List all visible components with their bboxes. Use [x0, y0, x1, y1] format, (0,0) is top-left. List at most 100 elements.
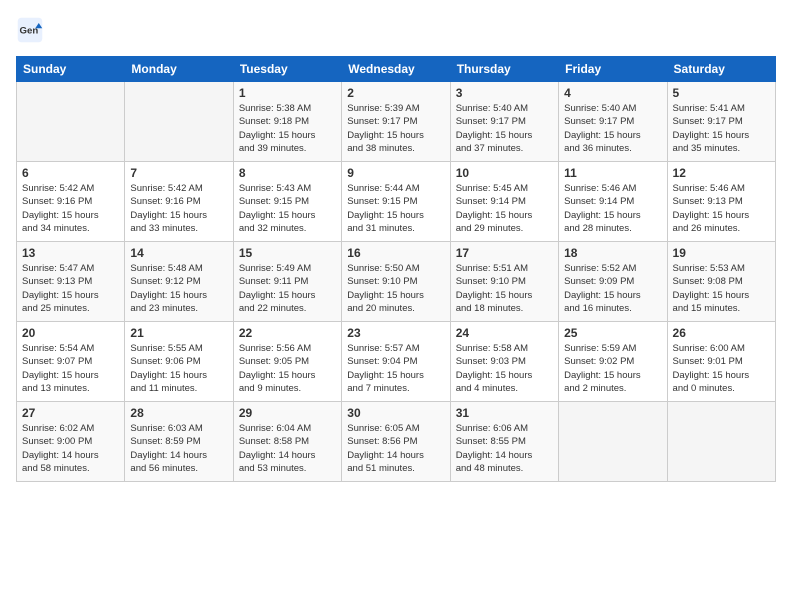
calendar-cell: 8 Sunrise: 5:43 AM Sunset: 9:15 PM Daylig…: [233, 162, 341, 242]
day-info: Sunrise: 5:53 AM Sunset: 9:08 PM Dayligh…: [673, 262, 770, 315]
day-info: Sunrise: 5:48 AM Sunset: 9:12 PM Dayligh…: [130, 262, 227, 315]
calendar-cell: 27 Sunrise: 6:02 AM Sunset: 9:00 PM Dayli…: [17, 402, 125, 482]
calendar-cell: 28Sunrise: 6:03 AM Sunset: 8:59 PM Dayli…: [125, 402, 233, 482]
day-number: 22: [239, 326, 336, 340]
calendar-cell: 16 Sunrise: 5:50 AM Sunset: 9:10 PM Dayli…: [342, 242, 450, 322]
day-number: 10: [456, 166, 553, 180]
calendar-cell: 11Sunrise: 5:46 AM Sunset: 9:14 PM Dayli…: [559, 162, 667, 242]
logo-icon: Gen: [16, 16, 44, 44]
day-number: 13: [22, 246, 119, 260]
calendar-header-row: SundayMondayTuesdayWednesdayThursdayFrid…: [17, 57, 776, 82]
calendar-cell: 29 Sunrise: 6:04 AM Sunset: 8:58 PM Dayli…: [233, 402, 341, 482]
calendar-cell: 30Sunrise: 6:05 AM Sunset: 8:56 PM Dayli…: [342, 402, 450, 482]
day-info: Sunrise: 5:54 AM Sunset: 9:07 PM Dayligh…: [22, 342, 119, 395]
day-number: 26: [673, 326, 770, 340]
calendar-cell: 21Sunrise: 5:55 AM Sunset: 9:06 PM Dayli…: [125, 322, 233, 402]
day-number: 20: [22, 326, 119, 340]
calendar-cell: [125, 82, 233, 162]
calendar-cell: 3 Sunrise: 5:40 AM Sunset: 9:17 PM Daylig…: [450, 82, 558, 162]
day-info: Sunrise: 5:50 AM Sunset: 9:10 PM Dayligh…: [347, 262, 444, 315]
day-info: Sunrise: 6:00 AM Sunset: 9:01 PM Dayligh…: [673, 342, 770, 395]
calendar-cell: 1Sunrise: 5:38 AM Sunset: 9:18 PM Daylig…: [233, 82, 341, 162]
col-header-monday: Monday: [125, 57, 233, 82]
day-number: 7: [130, 166, 227, 180]
calendar-cell: 2 Sunrise: 5:39 AM Sunset: 9:17 PM Daylig…: [342, 82, 450, 162]
calendar-cell: 22Sunrise: 5:56 AM Sunset: 9:05 PM Dayli…: [233, 322, 341, 402]
calendar-cell: 12 Sunrise: 5:46 AM Sunset: 9:13 PM Dayli…: [667, 162, 775, 242]
day-info: Sunrise: 5:41 AM Sunset: 9:17 PM Dayligh…: [673, 102, 770, 155]
day-number: 12: [673, 166, 770, 180]
day-info: Sunrise: 5:43 AM Sunset: 9:15 PM Dayligh…: [239, 182, 336, 235]
calendar-cell: 9 Sunrise: 5:44 AM Sunset: 9:15 PM Daylig…: [342, 162, 450, 242]
calendar-cell: 5 Sunrise: 5:41 AM Sunset: 9:17 PM Daylig…: [667, 82, 775, 162]
day-number: 25: [564, 326, 661, 340]
col-header-saturday: Saturday: [667, 57, 775, 82]
day-info: Sunrise: 5:59 AM Sunset: 9:02 PM Dayligh…: [564, 342, 661, 395]
logo: Gen: [16, 16, 48, 44]
day-number: 19: [673, 246, 770, 260]
day-number: 24: [456, 326, 553, 340]
calendar-cell: 18Sunrise: 5:52 AM Sunset: 9:09 PM Dayli…: [559, 242, 667, 322]
calendar-cell: 13 Sunrise: 5:47 AM Sunset: 9:13 PM Dayli…: [17, 242, 125, 322]
header: Gen: [16, 16, 776, 44]
calendar-cell: 15Sunrise: 5:49 AM Sunset: 9:11 PM Dayli…: [233, 242, 341, 322]
day-number: 27: [22, 406, 119, 420]
day-number: 23: [347, 326, 444, 340]
week-row-3: 20 Sunrise: 5:54 AM Sunset: 9:07 PM Dayli…: [17, 322, 776, 402]
day-info: Sunrise: 5:46 AM Sunset: 9:14 PM Dayligh…: [564, 182, 661, 235]
day-number: 16: [347, 246, 444, 260]
col-header-thursday: Thursday: [450, 57, 558, 82]
day-number: 28: [130, 406, 227, 420]
day-number: 8: [239, 166, 336, 180]
day-info: Sunrise: 5:42 AM Sunset: 9:16 PM Dayligh…: [22, 182, 119, 235]
week-row-2: 13 Sunrise: 5:47 AM Sunset: 9:13 PM Dayli…: [17, 242, 776, 322]
day-info: Sunrise: 5:51 AM Sunset: 9:10 PM Dayligh…: [456, 262, 553, 315]
calendar-cell: 25 Sunrise: 5:59 AM Sunset: 9:02 PM Dayli…: [559, 322, 667, 402]
day-info: Sunrise: 5:40 AM Sunset: 9:17 PM Dayligh…: [456, 102, 553, 155]
day-info: Sunrise: 5:57 AM Sunset: 9:04 PM Dayligh…: [347, 342, 444, 395]
day-info: Sunrise: 5:44 AM Sunset: 9:15 PM Dayligh…: [347, 182, 444, 235]
calendar-cell: 6 Sunrise: 5:42 AM Sunset: 9:16 PM Daylig…: [17, 162, 125, 242]
day-info: Sunrise: 5:40 AM Sunset: 9:17 PM Dayligh…: [564, 102, 661, 155]
calendar-cell: 4Sunrise: 5:40 AM Sunset: 9:17 PM Daylig…: [559, 82, 667, 162]
week-row-4: 27 Sunrise: 6:02 AM Sunset: 9:00 PM Dayli…: [17, 402, 776, 482]
week-row-0: 1Sunrise: 5:38 AM Sunset: 9:18 PM Daylig…: [17, 82, 776, 162]
calendar-cell: [17, 82, 125, 162]
svg-text:Gen: Gen: [20, 26, 39, 37]
day-info: Sunrise: 6:05 AM Sunset: 8:56 PM Dayligh…: [347, 422, 444, 475]
calendar-cell: 19 Sunrise: 5:53 AM Sunset: 9:08 PM Dayli…: [667, 242, 775, 322]
calendar-cell: 31 Sunrise: 6:06 AM Sunset: 8:55 PM Dayli…: [450, 402, 558, 482]
day-info: Sunrise: 5:46 AM Sunset: 9:13 PM Dayligh…: [673, 182, 770, 235]
calendar-cell: [667, 402, 775, 482]
calendar-cell: 20 Sunrise: 5:54 AM Sunset: 9:07 PM Dayli…: [17, 322, 125, 402]
week-row-1: 6 Sunrise: 5:42 AM Sunset: 9:16 PM Daylig…: [17, 162, 776, 242]
day-info: Sunrise: 5:39 AM Sunset: 9:17 PM Dayligh…: [347, 102, 444, 155]
day-info: Sunrise: 6:02 AM Sunset: 9:00 PM Dayligh…: [22, 422, 119, 475]
day-info: Sunrise: 6:04 AM Sunset: 8:58 PM Dayligh…: [239, 422, 336, 475]
day-info: Sunrise: 5:38 AM Sunset: 9:18 PM Dayligh…: [239, 102, 336, 155]
calendar-cell: 26 Sunrise: 6:00 AM Sunset: 9:01 PM Dayli…: [667, 322, 775, 402]
day-info: Sunrise: 6:06 AM Sunset: 8:55 PM Dayligh…: [456, 422, 553, 475]
day-number: 2: [347, 86, 444, 100]
calendar-cell: 14 Sunrise: 5:48 AM Sunset: 9:12 PM Dayli…: [125, 242, 233, 322]
day-number: 3: [456, 86, 553, 100]
calendar-cell: 24Sunrise: 5:58 AM Sunset: 9:03 PM Dayli…: [450, 322, 558, 402]
day-number: 14: [130, 246, 227, 260]
day-number: 5: [673, 86, 770, 100]
calendar-cell: 23 Sunrise: 5:57 AM Sunset: 9:04 PM Dayli…: [342, 322, 450, 402]
day-info: Sunrise: 5:42 AM Sunset: 9:16 PM Dayligh…: [130, 182, 227, 235]
day-number: 17: [456, 246, 553, 260]
day-number: 29: [239, 406, 336, 420]
day-number: 6: [22, 166, 119, 180]
col-header-friday: Friday: [559, 57, 667, 82]
day-number: 9: [347, 166, 444, 180]
day-info: Sunrise: 5:55 AM Sunset: 9:06 PM Dayligh…: [130, 342, 227, 395]
calendar-cell: 10Sunrise: 5:45 AM Sunset: 9:14 PM Dayli…: [450, 162, 558, 242]
day-info: Sunrise: 5:47 AM Sunset: 9:13 PM Dayligh…: [22, 262, 119, 315]
col-header-sunday: Sunday: [17, 57, 125, 82]
day-info: Sunrise: 5:49 AM Sunset: 9:11 PM Dayligh…: [239, 262, 336, 315]
calendar-cell: 17 Sunrise: 5:51 AM Sunset: 9:10 PM Dayli…: [450, 242, 558, 322]
calendar: SundayMondayTuesdayWednesdayThursdayFrid…: [16, 56, 776, 482]
day-number: 31: [456, 406, 553, 420]
col-header-tuesday: Tuesday: [233, 57, 341, 82]
